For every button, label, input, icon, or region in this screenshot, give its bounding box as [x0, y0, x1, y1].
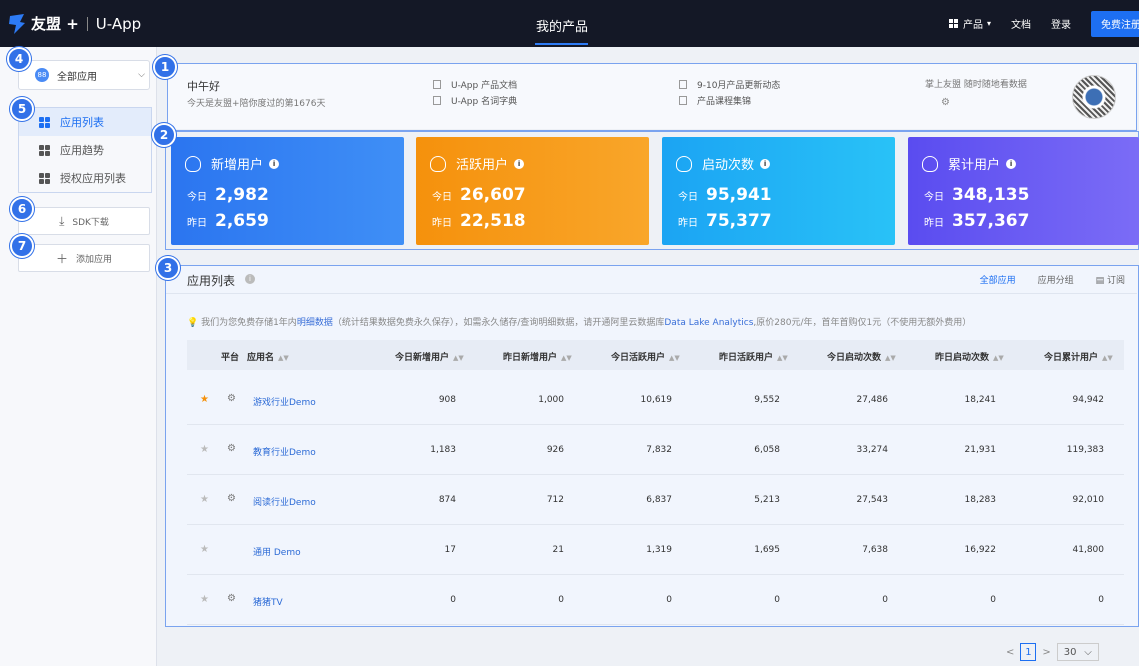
card-title: 启动次数 — [702, 158, 755, 173]
info-icon[interactable]: i — [514, 158, 525, 169]
top-navbar: 友盟 + U-App 我的产品 产品 ▾ 文档 登录 免费注册 — [0, 0, 1139, 47]
nav-active-underline — [535, 43, 588, 45]
umeng-logo-icon — [9, 13, 25, 34]
plus-icon: ＋ — [55, 251, 68, 266]
prev-page-icon[interactable]: < — [1006, 647, 1014, 658]
today-label: 今日 — [432, 192, 452, 203]
yesterday-label: 昨日 — [187, 218, 207, 229]
sidebar-item-authorized-apps[interactable]: 授权应用列表 — [19, 164, 151, 192]
grid-icon — [948, 19, 958, 28]
page-size-value: 30 — [1063, 646, 1077, 658]
app-selector[interactable]: 88 全部应用 ⌵ — [18, 60, 150, 90]
sdk-download-button[interactable]: ⤓ SDK下载 — [18, 207, 150, 235]
sidebar-item-label: 应用趋势 — [60, 144, 104, 157]
yesterday-label: 昨日 — [924, 218, 944, 229]
today-value: 348,135 — [952, 185, 1030, 205]
yesterday-value: 357,367 — [952, 211, 1030, 231]
today-label: 今日 — [924, 192, 944, 203]
card-total-users[interactable]: 累计用户 i 今日 348,135 昨日 357,367 — [908, 137, 1139, 245]
today-value: 2,982 — [215, 185, 269, 205]
card-new-users[interactable]: 新增用户 i 今日 2,982 昨日 2,659 — [171, 137, 404, 245]
today-value: 26,607 — [460, 185, 526, 205]
sidebar-item-app-list[interactable]: 应用列表 — [19, 108, 151, 136]
heartbeat-icon — [430, 155, 446, 172]
card-launches[interactable]: 启动次数 i 今日 95,941 昨日 75,377 — [662, 137, 895, 245]
info-icon[interactable]: i — [1006, 158, 1017, 169]
apps-icon: 88 — [35, 68, 49, 82]
card-title: 累计用户 — [948, 158, 1001, 173]
card-title: 新增用户 — [211, 158, 264, 173]
yesterday-label: 昨日 — [678, 218, 698, 229]
sidebar-menu: 应用列表 应用趋势 授权应用列表 — [18, 107, 152, 193]
pagination: < 1 > 30 ⌵ — [1006, 643, 1099, 661]
next-page-icon[interactable]: > — [1042, 647, 1050, 658]
docs-link[interactable]: 文档 — [1011, 16, 1031, 31]
page-size-select[interactable]: 30 ⌵ — [1056, 643, 1099, 661]
highlight-frame-1 — [167, 63, 1137, 131]
bar-chart-icon — [922, 155, 938, 172]
sdk-download-label: SDK下载 — [72, 217, 109, 228]
sidebar-item-label: 授权应用列表 — [60, 172, 126, 185]
products-menu[interactable]: 产品 ▾ — [948, 16, 991, 31]
yesterday-value: 75,377 — [706, 211, 772, 231]
download-icon: ⤓ — [59, 213, 65, 228]
page-number[interactable]: 1 — [1020, 643, 1037, 661]
user-icon — [185, 155, 201, 172]
badge-7: 7 — [10, 234, 34, 258]
grid-icon — [39, 172, 50, 184]
today-label: 今日 — [187, 192, 207, 203]
add-app-button[interactable]: ＋ 添加应用 — [18, 244, 150, 272]
signup-button[interactable]: 免费注册 — [1091, 10, 1139, 37]
badge-3: 3 — [156, 256, 180, 280]
trend-icon — [39, 144, 50, 156]
product-name: U-App — [95, 14, 142, 33]
app-selector-value: 全部应用 — [57, 71, 97, 83]
brand-divider — [86, 16, 88, 31]
login-link[interactable]: 登录 — [1051, 16, 1071, 31]
info-icon[interactable]: i — [760, 158, 771, 169]
chevron-down-icon: ⌵ — [1084, 646, 1092, 658]
tap-icon — [676, 155, 692, 172]
today-label: 今日 — [678, 192, 698, 203]
card-active-users[interactable]: 活跃用户 i 今日 26,607 昨日 22,518 — [416, 137, 649, 245]
badge-6: 6 — [10, 197, 34, 221]
badge-5: 5 — [10, 97, 34, 121]
today-value: 95,941 — [706, 185, 772, 205]
nav-my-products[interactable]: 我的产品 — [536, 16, 588, 35]
yesterday-label: 昨日 — [432, 218, 452, 229]
sidebar-item-label: 应用列表 — [60, 116, 104, 129]
umeng-logo[interactable]: 友盟 + U-App — [8, 13, 141, 34]
chevron-down-icon: ⌵ — [138, 70, 145, 80]
add-app-label: 添加应用 — [76, 254, 113, 265]
caret-down-icon: ▾ — [986, 19, 991, 28]
grid-icon — [39, 116, 50, 128]
yesterday-value: 2,659 — [215, 211, 269, 231]
yesterday-value: 22,518 — [460, 211, 526, 231]
info-icon[interactable]: i — [269, 158, 280, 169]
badge-2: 2 — [152, 123, 176, 147]
card-title: 活跃用户 — [456, 158, 509, 173]
badge-4: 4 — [7, 47, 31, 71]
brand-name: 友盟 + — [31, 15, 79, 33]
products-menu-label: 产品 — [962, 20, 983, 31]
sidebar-item-app-trend[interactable]: 应用趋势 — [19, 136, 151, 164]
badge-1: 1 — [153, 55, 177, 79]
stat-cards: 新增用户 i 今日 2,982 昨日 2,659 活跃用户 i 今日 26,607 昨日 2… — [165, 131, 1139, 250]
highlight-frame-3 — [165, 265, 1139, 627]
